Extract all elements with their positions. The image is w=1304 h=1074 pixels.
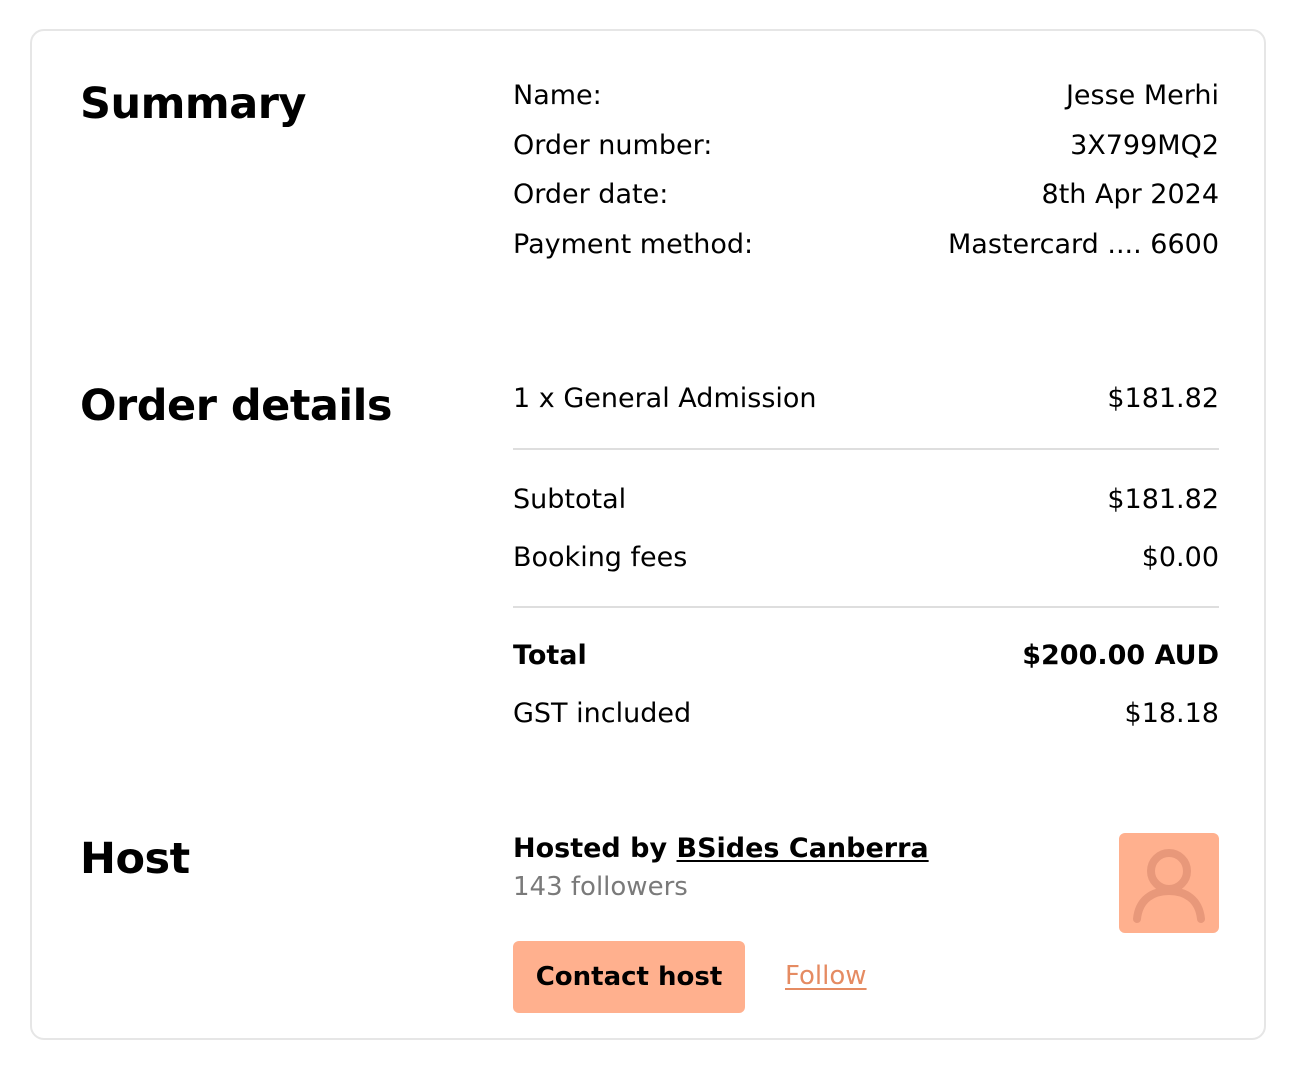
booking-fees-label: Booking fees [513,541,688,573]
gst-value: $18.18 [1124,697,1219,729]
divider [513,448,1219,450]
order-number-value: 3X799MQ2 [1070,129,1219,161]
subtotal-value: $181.82 [1107,483,1219,515]
summary-row-name: Name: Jesse Merhi [513,71,1219,121]
gst-row: GST included $18.18 [513,684,1219,742]
divider [513,606,1219,608]
subtotal-label: Subtotal [513,483,627,515]
line-item-price: $181.82 [1107,382,1219,414]
host-avatar [1119,833,1219,933]
summary-row-payment-method: Payment method: Mastercard .... 6600 [513,220,1219,270]
subtotal-row: Subtotal $181.82 [513,470,1219,528]
follow-link[interactable]: Follow [785,958,867,994]
line-item-label: 1 x General Admission [513,382,817,414]
gst-label: GST included [513,697,692,729]
booking-fees-value: $0.00 [1141,541,1219,573]
host-name-link[interactable]: BSides Canberra [677,833,929,864]
payment-method-value: Mastercard .... 6600 [948,228,1219,260]
order-summary-card: Summary Name: Jesse Merhi Order number: … [30,29,1266,1040]
contact-host-button[interactable]: Contact host [513,941,745,1013]
summary-row-order-date: Order date: 8th Apr 2024 [513,170,1219,220]
host-heading: Host [80,834,190,884]
payment-method-label: Payment method: [513,228,754,260]
total-value: $200.00 AUD [1022,639,1219,671]
summary-row-order-number: Order number: 3X799MQ2 [513,121,1219,171]
order-date-value: 8th Apr 2024 [1041,179,1219,211]
name-value: Jesse Merhi [1065,80,1219,112]
host-info: Hosted by BSides Canberra 143 followers … [513,831,1219,1016]
summary-heading: Summary [80,79,306,129]
hosted-by-line: Hosted by BSides Canberra [513,831,1219,867]
summary-fields: Name: Jesse Merhi Order number: 3X799MQ2… [513,71,1219,269]
order-details-list: 1 x General Admission $181.82 Subtotal $… [513,372,1219,742]
total-label: Total [513,639,587,671]
line-item-row: 1 x General Admission $181.82 [513,372,1219,424]
order-date-label: Order date: [513,179,669,211]
followers-count: 143 followers [513,872,688,902]
user-silhouette-icon [1133,849,1205,923]
order-details-heading: Order details [80,381,392,431]
booking-fees-row: Booking fees $0.00 [513,528,1219,586]
total-row: Total $200.00 AUD [513,626,1219,684]
hosted-by-prefix: Hosted by [513,833,668,864]
name-label: Name: [513,80,602,112]
order-number-label: Order number: [513,129,713,161]
